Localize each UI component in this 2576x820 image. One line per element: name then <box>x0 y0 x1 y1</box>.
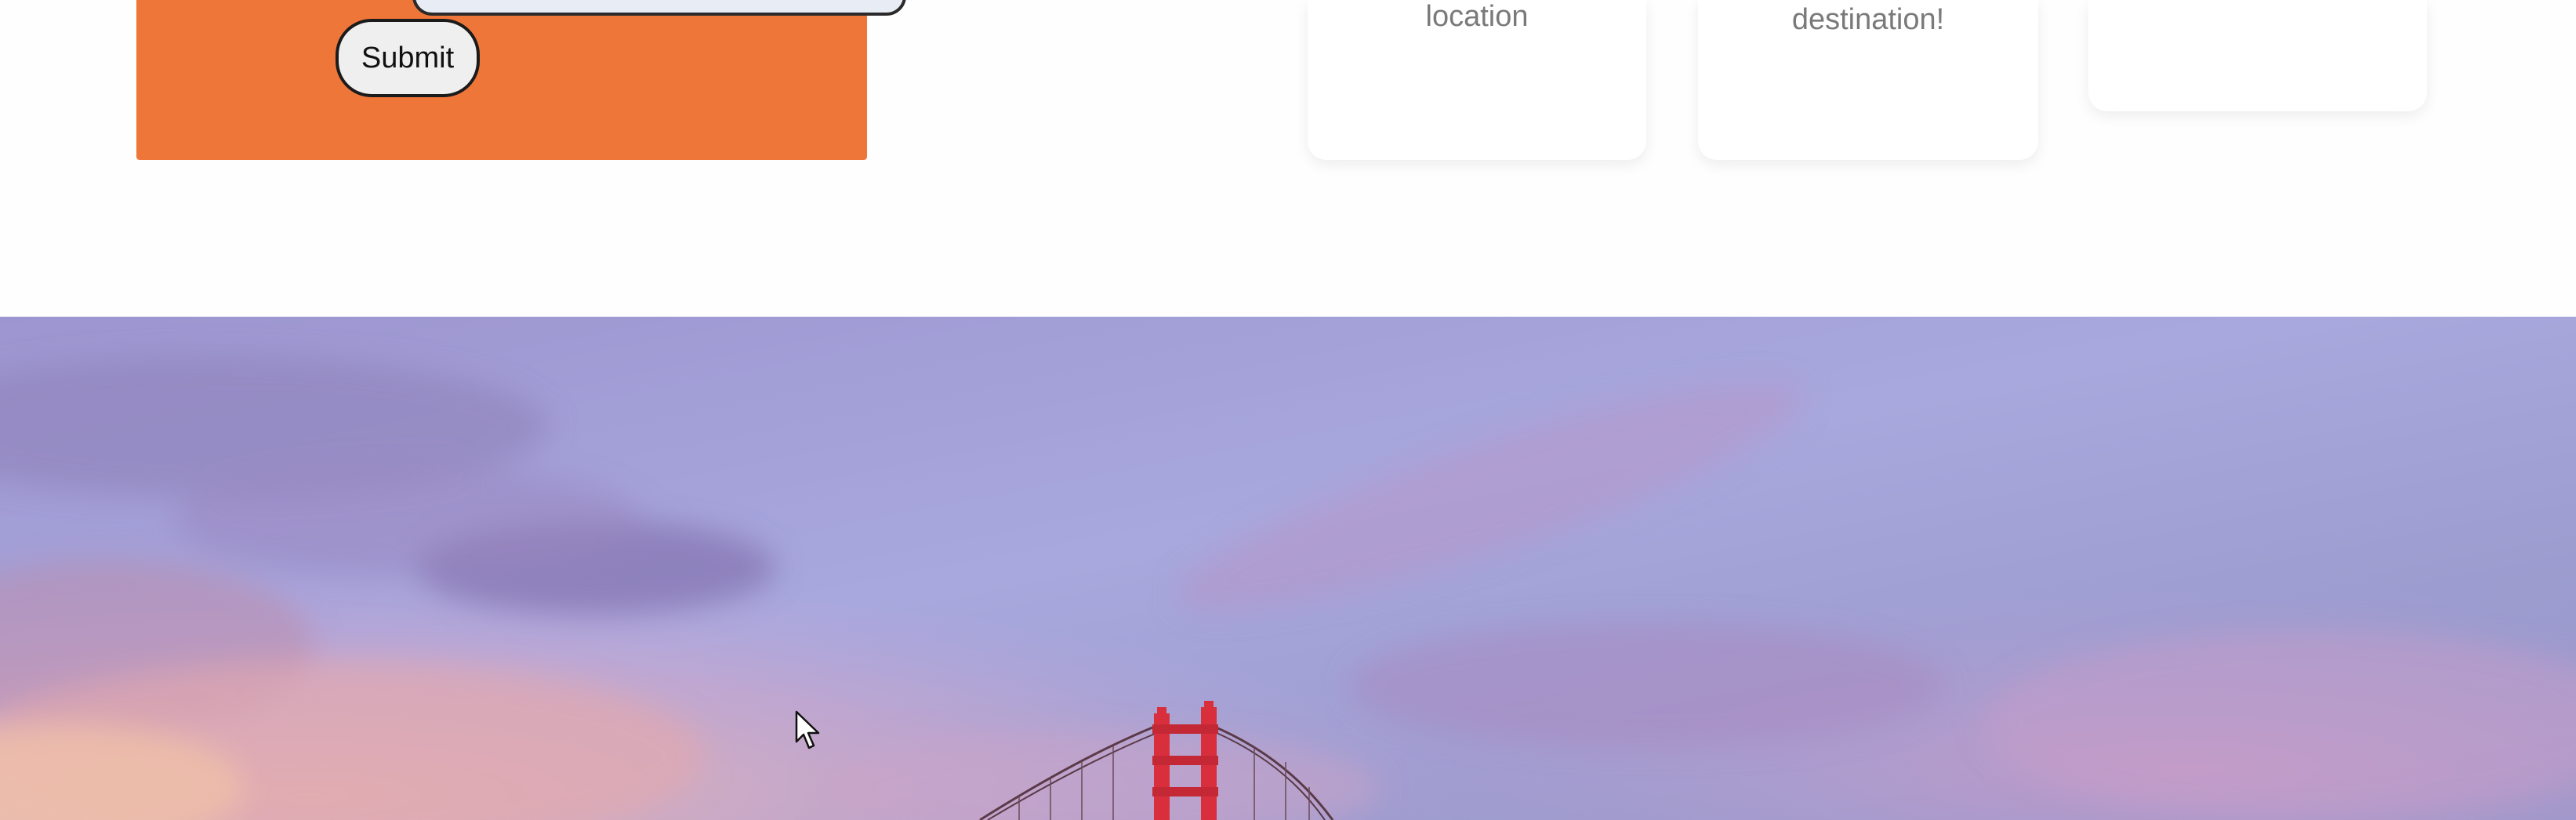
submit-button[interactable]: Submit <box>336 19 480 97</box>
arrow-pointer-icon <box>795 710 820 749</box>
card-text: destination! <box>1791 3 1945 36</box>
feature-card-destination: destination! <box>1698 0 2038 160</box>
hero-image-golden-gate <box>0 317 2576 820</box>
feature-card-third <box>2088 0 2427 111</box>
card-text: location <box>1425 0 1529 33</box>
hero-illustration <box>0 317 2576 820</box>
contact-form-panel: Submit <box>136 0 906 160</box>
feature-card-location: location <box>1308 0 1646 160</box>
text-input[interactable] <box>412 0 906 16</box>
page: Submit location destination! <box>0 0 2576 820</box>
